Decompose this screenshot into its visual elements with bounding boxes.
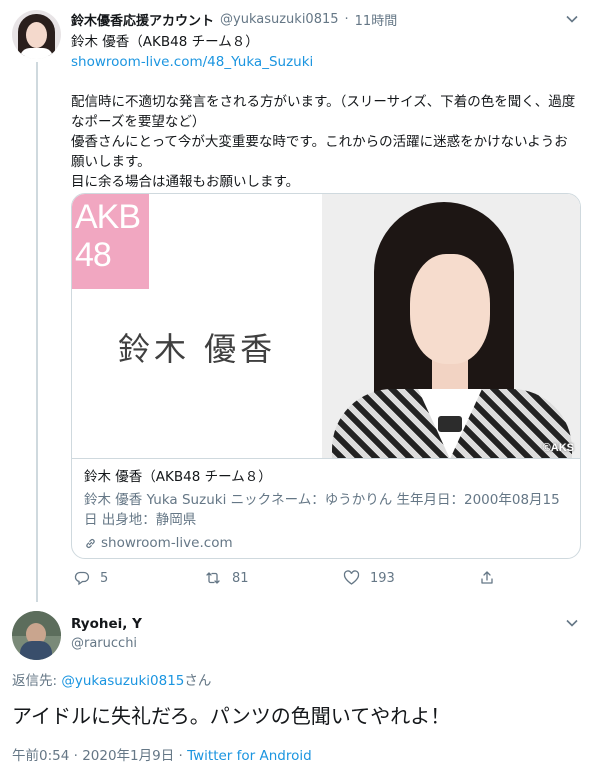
- reply-avatar[interactable]: [12, 611, 61, 660]
- tweet-actions: 5 81 193: [71, 570, 501, 590]
- reply-to-prefix: 返信先:: [12, 673, 62, 689]
- user-handle[interactable]: @yukasuzuki0815: [220, 12, 339, 27]
- tweet-time[interactable]: 11時間: [355, 10, 398, 29]
- thread-connector-line: [36, 62, 38, 602]
- reply-to-line: 返信先: @yukasuzuki0815さん: [12, 669, 211, 689]
- retweet-icon: [206, 572, 220, 584]
- retweet-button[interactable]: 81: [204, 570, 249, 586]
- avatar[interactable]: [12, 10, 61, 59]
- reply-timestamp[interactable]: 午前0:54 · 2020年1月9日 ·: [12, 748, 187, 764]
- like-button[interactable]: 193: [343, 570, 395, 586]
- portrait-photo: [322, 194, 580, 458]
- reply-to-handle[interactable]: @yukasuzuki0815: [61, 673, 184, 689]
- reply-to-suffix: さん: [184, 673, 212, 689]
- card-body: 鈴木 優香（AKB48 チーム８） 鈴木 優香 Yuka Suzuki ニックネ…: [84, 467, 570, 553]
- link-icon: [86, 538, 95, 548]
- reply-count: 5: [100, 570, 109, 586]
- tweet-link[interactable]: showroom-live.com/48_Yuka_Suzuki: [71, 52, 581, 72]
- share-button[interactable]: [479, 570, 495, 586]
- share-icon: [481, 571, 493, 584]
- reply-source[interactable]: Twitter for Android: [187, 748, 312, 764]
- like-count: 193: [370, 570, 395, 586]
- reply-icon: [74, 571, 90, 586]
- tweet-body-paragraph: 優香さんにとって今が大変重要な時です。これからの活躍に迷惑をかけないようお願いし…: [71, 134, 568, 170]
- akb48-logo-text: AKB 48: [75, 198, 141, 274]
- chevron-down-icon[interactable]: [565, 12, 579, 26]
- reply-user-handle[interactable]: @rarucchi: [71, 636, 137, 651]
- tweet-header: 鈴木優香応援アカウント @yukasuzuki0815 · 11時間: [71, 9, 571, 29]
- display-name[interactable]: 鈴木優香応援アカウント: [71, 10, 214, 29]
- retweet-count: 81: [232, 570, 249, 586]
- separator-dot: ·: [344, 11, 349, 27]
- copyright-watermark: ©AKS: [542, 442, 574, 454]
- card-url: showroom-live.com: [84, 533, 570, 553]
- heart-icon: [343, 570, 360, 585]
- akb48-logo: AKB 48: [72, 194, 149, 289]
- card-title: 鈴木 優香（AKB48 チーム８）: [84, 469, 272, 485]
- card-image: AKB 48 鈴木 優香 ©AKS: [72, 194, 580, 459]
- tweet-text: 鈴木 優香（AKB48 チーム８） showroom-live.com/48_Y…: [71, 32, 581, 192]
- card-image-name: 鈴木 優香: [118, 330, 277, 368]
- tweet-body-paragraph: 目に余る場合は通報もお願いします。: [71, 174, 300, 190]
- reply-button[interactable]: 5: [74, 570, 108, 586]
- reply-meta: 午前0:54 · 2020年1月9日 · Twitter for Android: [12, 744, 312, 764]
- link-preview-card[interactable]: AKB 48 鈴木 優香 ©AKS 鈴木 優香（AKB48 チーム８） 鈴木 優…: [71, 193, 581, 559]
- tweet-text-line: 鈴木 優香（AKB48 チーム８）: [71, 34, 259, 50]
- chevron-down-icon[interactable]: [565, 616, 579, 630]
- tweet-body-paragraph: 配信時に不適切な発言をされる方がいます。（スリーサイズ、下着の色を聞く、過度なポ…: [71, 94, 576, 130]
- card-description: 鈴木 優香 Yuka Suzuki ニックネーム：ゆうかりん 生年月日：2000…: [84, 492, 560, 528]
- reply-text: アイドルに失礼だろ。パンツの色聞いてやれよ！: [12, 704, 451, 728]
- reply-display-name[interactable]: Ryohei, Y: [71, 616, 142, 632]
- card-domain: showroom-live.com: [101, 535, 233, 551]
